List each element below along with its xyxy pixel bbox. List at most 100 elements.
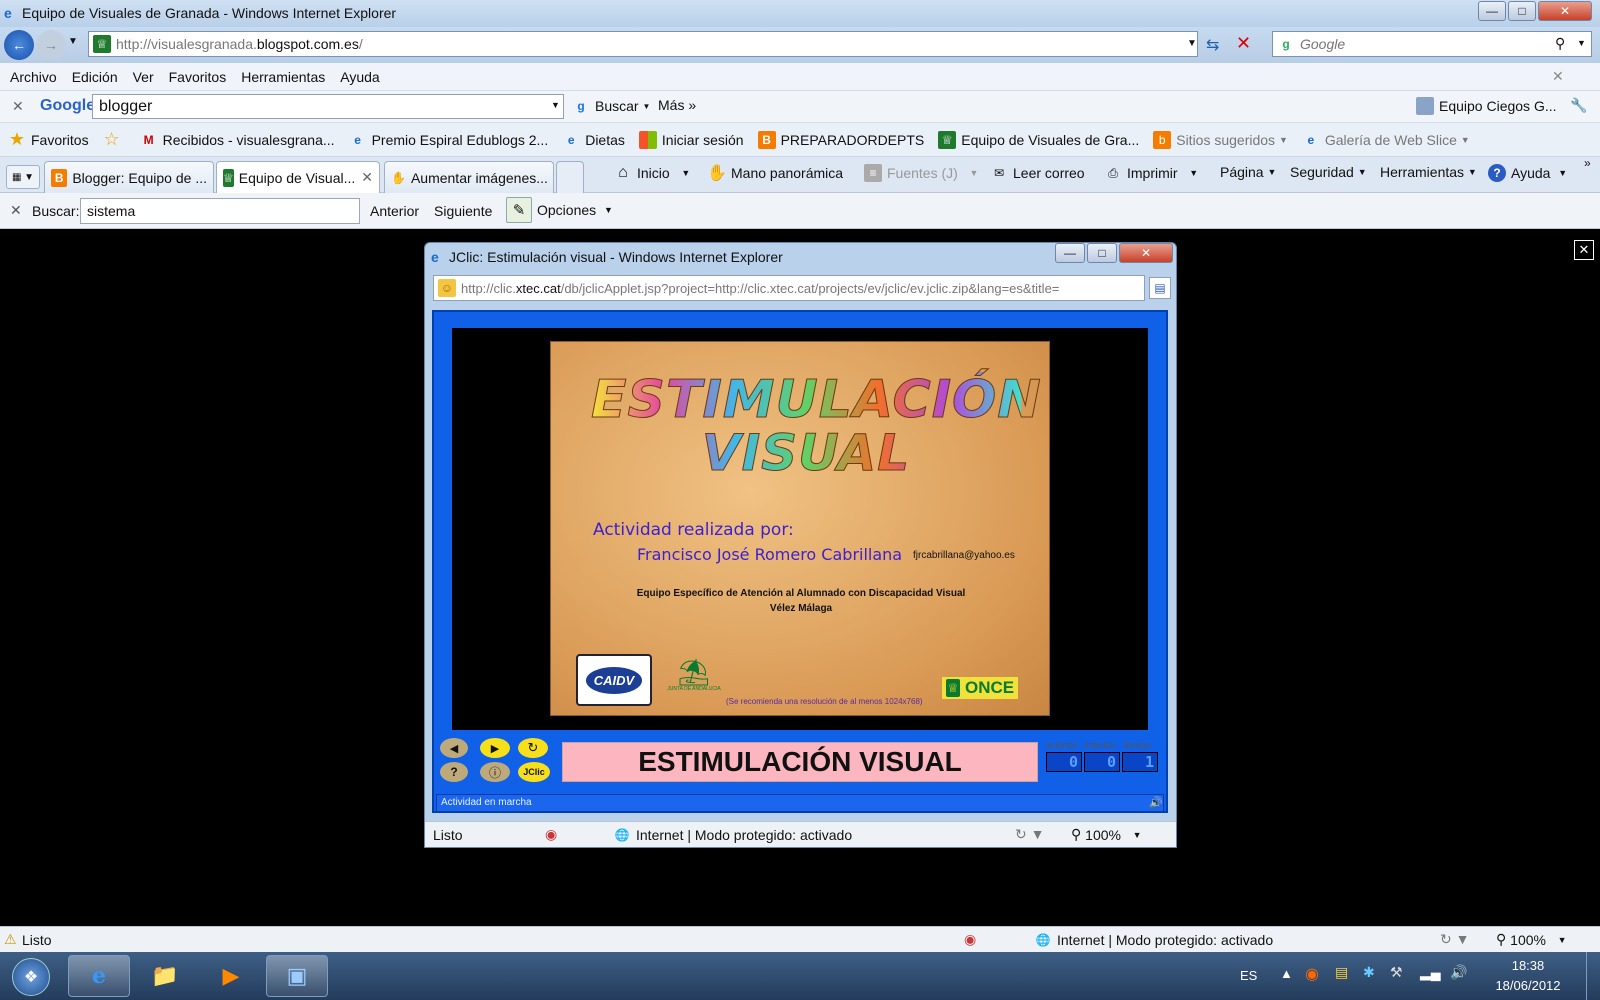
menu-ver[interactable]: Ver xyxy=(133,69,154,85)
quick-tabs-button[interactable]: ▦ ▼ xyxy=(6,165,40,189)
history-dropdown-icon[interactable]: ▼ xyxy=(68,36,78,47)
signal-icon[interactable]: ▂▄ xyxy=(1420,964,1441,981)
activity-cover-image[interactable]: ESTIMULACIÓN VISUAL Actividad realizada … xyxy=(550,341,1050,716)
jclic-status-text: Actividad en marcha xyxy=(441,797,532,808)
popup-minimize-button[interactable]: — xyxy=(1055,243,1085,263)
jclic-help-button[interactable]: ? xyxy=(440,762,468,782)
language-indicator[interactable]: ES xyxy=(1240,968,1257,983)
popup-compat-icon[interactable]: ▤ xyxy=(1149,277,1171,299)
forward-button[interactable]: → xyxy=(36,30,66,60)
folder-icon: 📁 xyxy=(151,963,179,988)
fav-item-iniciar-sesion[interactable]: Iniciar sesión xyxy=(638,130,744,149)
fav-item-recibidos[interactable]: M Recibidos - visualesgrana... xyxy=(140,131,335,149)
tab-aumentar[interactable]: ✋ Aumentar imágenes... xyxy=(384,161,554,193)
tab-equipo-visuales[interactable]: ♕ Equipo de Visual... ✕ xyxy=(216,161,380,193)
add-favorite-button[interactable]: ☆ xyxy=(103,129,126,149)
url-dropdown-icon[interactable]: ▼ xyxy=(1187,38,1197,49)
tab-blogger[interactable]: B Blogger: Equipo de ... xyxy=(44,161,214,193)
taskbar-photo-viewer-button[interactable]: ▣ xyxy=(266,955,328,997)
menu-ayuda[interactable]: Ayuda xyxy=(340,69,379,85)
popup-protected-icon[interactable]: ↻ ▼ xyxy=(1015,826,1044,843)
account-button[interactable]: Equipo Ciegos G... xyxy=(1416,97,1557,115)
menu-favoritos[interactable]: Favoritos xyxy=(169,69,227,85)
cmd-label: Imprimir xyxy=(1127,165,1178,181)
jclic-info-button[interactable]: ⓘ xyxy=(480,762,510,782)
fav-sitios-sugeridos[interactable]: b Sitios sugeridos ▼ xyxy=(1153,130,1288,149)
query-dropdown-icon[interactable]: ▼ xyxy=(551,100,560,110)
cmd-ayuda[interactable]: ? Ayuda ▼ xyxy=(1488,164,1567,182)
cmd-leer-correo[interactable]: ✉ Leer correo xyxy=(990,164,1085,182)
google-query-input[interactable]: blogger ▼ xyxy=(92,94,564,119)
close-button[interactable]: ✕ xyxy=(1538,1,1592,21)
overlay-close-icon[interactable]: ✕ xyxy=(1574,240,1594,260)
tray-update-icon[interactable]: ⚒ xyxy=(1390,964,1403,981)
find-next-button[interactable]: Siguiente xyxy=(434,203,492,219)
highlight-pen-icon: ✎ xyxy=(506,197,532,223)
address-input[interactable]: ♕ http://visualesgranada. blogspot.com.es… xyxy=(88,31,1198,57)
show-hidden-icons[interactable]: ▲ xyxy=(1280,966,1293,981)
popup-address-input[interactable]: ☺ http://clic. xtec.cat/db/jclicApplet.js… xyxy=(433,275,1145,301)
minimize-button[interactable]: — xyxy=(1478,1,1506,21)
menu-archivo[interactable]: Archivo xyxy=(10,69,57,85)
find-prev-button[interactable]: Anterior xyxy=(370,203,419,219)
popup-maximize-button[interactable]: □ xyxy=(1087,243,1117,263)
jclic-reset-button[interactable]: ↻ xyxy=(518,738,548,758)
jclic-about-button[interactable]: JClic xyxy=(518,762,550,782)
wrench-icon[interactable]: 🔧 xyxy=(1570,97,1587,114)
find-options-button[interactable]: ✎ Opciones ▼ xyxy=(506,197,613,223)
cmd-pagina[interactable]: Página ▼ xyxy=(1220,164,1276,180)
menu-close-icon[interactable]: ✕ xyxy=(1552,68,1564,85)
search-input[interactable]: g Google ⚲ ▼ xyxy=(1272,31,1592,57)
maximize-button[interactable]: □ xyxy=(1508,1,1536,21)
protected-mode-icon[interactable]: ↻ ▼ xyxy=(1440,931,1469,948)
menu-edicion[interactable]: Edición xyxy=(72,69,118,85)
tray-network-folder-icon[interactable]: ▤ xyxy=(1335,964,1348,981)
toolbar-close-icon[interactable]: ✕ xyxy=(12,98,24,115)
tab-close-icon[interactable]: ✕ xyxy=(361,169,373,186)
stop-icon[interactable]: ✕ xyxy=(1236,33,1251,54)
jclic-prev-button[interactable]: ◀ xyxy=(440,738,468,758)
cmd-fuentes[interactable]: ≡ Fuentes (J) ▼ xyxy=(864,164,978,182)
taskbar-media-player-button[interactable]: ▶ xyxy=(200,955,262,997)
popup-url-suffix: /db/jclicApplet.jsp?project=http://clic.… xyxy=(560,280,1060,296)
status-zoom[interactable]: ⚲ 100% ▼ xyxy=(1496,931,1567,948)
find-close-icon[interactable]: ✕ xyxy=(10,202,22,219)
clock-date[interactable]: 18/06/2012 xyxy=(1484,978,1572,993)
cmd-herramientas[interactable]: Herramientas ▼ xyxy=(1380,164,1477,180)
magnifier-icon[interactable]: ⚲ xyxy=(1555,35,1565,52)
taskbar-ie-button[interactable]: e xyxy=(68,955,130,997)
cmd-imprimir[interactable]: ⎙ Imprimir ▼ xyxy=(1104,164,1198,182)
jclic-next-button[interactable]: ▶ xyxy=(480,738,510,758)
tray-app-icon[interactable]: ◉ xyxy=(1305,964,1319,984)
taskbar-explorer-button[interactable]: 📁 xyxy=(134,955,196,997)
author-name: Francisco José Romero Cabrillana xyxy=(637,545,903,564)
volume-icon[interactable]: 🔊 xyxy=(1450,964,1467,981)
compat-view-icon[interactable]: ⇆ xyxy=(1206,35,1219,55)
cmd-inicio[interactable]: ⌂ Inicio ▼ xyxy=(614,164,690,182)
find-input[interactable]: sistema xyxy=(80,198,360,224)
fav-item-dietas[interactable]: e Dietas xyxy=(562,131,625,149)
favorites-button[interactable]: ★ Favoritos xyxy=(8,129,89,149)
start-button[interactable]: ❖ xyxy=(12,958,50,996)
menu-herramientas[interactable]: Herramientas xyxy=(241,69,325,85)
globe-icon: 🌐 xyxy=(614,828,630,842)
back-button[interactable]: ← xyxy=(4,30,34,60)
popup-zoom[interactable]: ⚲ 100% ▼ xyxy=(1071,826,1142,843)
bluetooth-icon[interactable]: ✱ xyxy=(1363,964,1375,981)
sound-icon[interactable]: 🔊 xyxy=(1149,796,1163,809)
popup-close-button[interactable]: ✕ xyxy=(1119,243,1173,263)
author-email: fjrcabrillana@yahoo.es xyxy=(913,550,1015,561)
cmd-seguridad[interactable]: Seguridad ▼ xyxy=(1290,164,1367,180)
more-button[interactable]: Más » xyxy=(658,97,696,113)
command-overflow-icon[interactable]: » xyxy=(1584,156,1591,170)
show-desktop-button[interactable] xyxy=(1586,952,1600,1000)
new-tab-button[interactable] xyxy=(556,161,584,193)
clock-time[interactable]: 18:38 xyxy=(1500,958,1556,973)
search-dropdown-icon[interactable]: ▼ xyxy=(1577,38,1586,48)
fav-item-premio[interactable]: e Premio Espiral Edublogs 2... xyxy=(349,131,548,149)
google-search-button[interactable]: g Buscar ▼ xyxy=(572,97,650,115)
cmd-mano-panoramica[interactable]: ✋ Mano panorámica xyxy=(707,164,843,182)
fav-galeria[interactable]: e Galería de Web Slice ▼ xyxy=(1302,131,1470,149)
fav-item-preparadordepts[interactable]: B PREPARADORDEPTS xyxy=(757,130,924,149)
fav-item-equipo[interactable]: ♕ Equipo de Visuales de Gra... xyxy=(938,130,1139,149)
